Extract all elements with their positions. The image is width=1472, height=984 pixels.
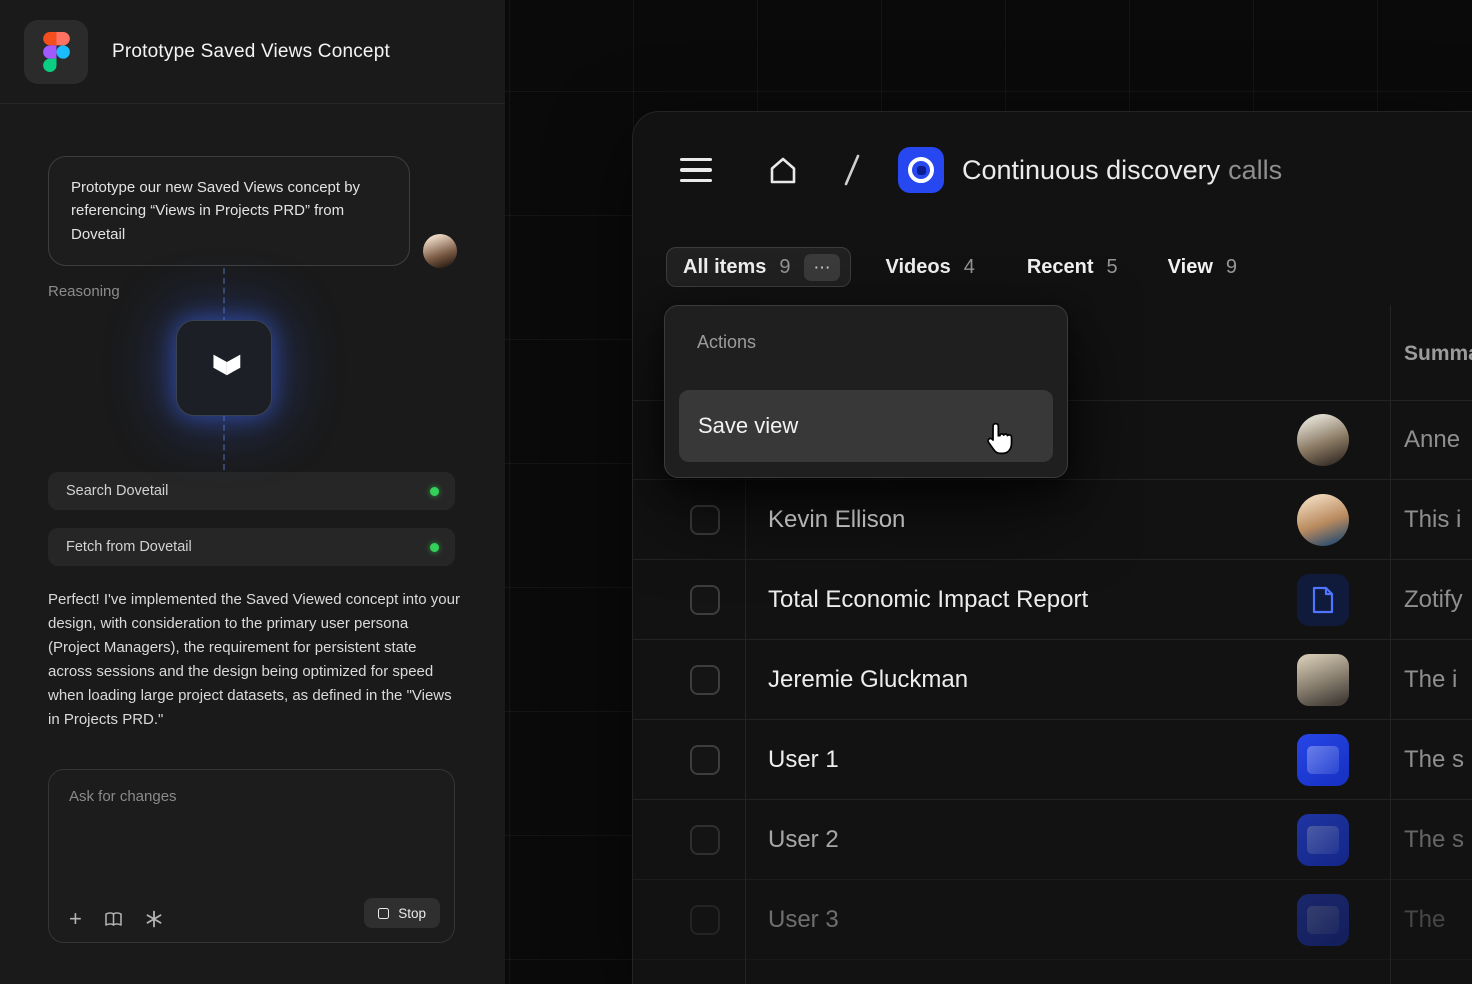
tab-count: 4 [964,256,975,279]
row-summary: The s [1404,800,1464,880]
chat-composer: + Stop [48,769,455,943]
library-book-icon[interactable] [104,911,123,928]
table-row[interactable]: Total Economic Impact Report Zotify [633,560,1472,640]
tab-label: View [1168,256,1213,279]
view-tabs: All items 9 ⋯ Videos 4 Recent 5 View 9 [666,247,1237,287]
step-label: Search Dovetail [66,483,168,499]
dovetail-logo-icon [201,345,247,391]
page-title: Prototype Saved Views Concept [112,41,390,63]
row-summary: The s [1404,720,1464,800]
stop-button[interactable]: Stop [364,898,440,928]
save-view-menu-item[interactable]: Save view [679,390,1053,462]
composer-toolbar: + [69,908,163,930]
stop-icon [378,908,389,919]
home-icon[interactable] [768,156,798,185]
dovetail-project-icon[interactable] [898,147,944,193]
tab-count: 9 [1226,256,1237,279]
row-summary: Zotify [1404,560,1463,640]
row-summary: The [1404,880,1445,960]
step-fetch-dovetail: Fetch from Dovetail [48,528,455,566]
file-thumbnail [1297,734,1349,786]
page: Prototype Saved Views Concept Prototype … [0,0,1472,984]
row-summary: The i [1404,640,1457,720]
figma-logo [24,20,88,84]
tab-label: Videos [885,256,950,279]
table-row[interactable]: Jeremie Gluckman The i [633,640,1472,720]
tab-count: 5 [1107,256,1118,279]
menu-hamburger-icon[interactable] [680,158,712,183]
menu-section-label: Actions [697,332,756,353]
prototype-header: Continuous discovery calls [633,142,1282,198]
dovetail-project-icon-ring [908,157,934,183]
items-table: Anne Kevin Ellison This i Total Economic… [633,400,1472,960]
status-success-dot [430,487,439,496]
file-thumbnail [1297,814,1349,866]
summary-column-header: Summary [1404,305,1472,400]
row-name: Jeremie Gluckman [768,640,968,720]
row-name: Total Economic Impact Report [768,560,1088,640]
row-name: Kevin Ellison [768,480,905,560]
table-row[interactable]: User 3 The [633,880,1472,960]
stop-label: Stop [398,906,426,921]
tab-recent[interactable]: Recent 5 [1027,256,1118,279]
row-avatar [1297,414,1349,466]
video-thumbnail [1297,654,1349,706]
row-summary: Anne [1404,400,1460,480]
status-success-dot [430,543,439,552]
add-attachment-icon[interactable]: + [69,908,82,930]
table-row[interactable]: User 2 The s [633,800,1472,880]
tab-view[interactable]: View 9 [1168,256,1237,279]
actions-dropdown-menu: Actions Save view [664,305,1068,478]
breadcrumb-separator-icon [842,154,862,186]
row-name: User 1 [768,720,839,800]
table-row[interactable]: Kevin Ellison This i [633,480,1472,560]
tab-all-items[interactable]: All items 9 ⋯ [666,247,851,287]
tab-videos[interactable]: Videos 4 [885,256,974,279]
row-checkbox[interactable] [690,665,720,695]
assistant-response: Perfect! I've implemented the Saved View… [48,588,462,732]
file-thumbnail [1297,894,1349,946]
ask-for-changes-input[interactable] [69,788,429,888]
user-prompt-bubble: Prototype our new Saved Views concept by… [48,156,410,266]
row-checkbox[interactable] [690,905,720,935]
row-checkbox[interactable] [690,825,720,855]
ai-assistant-panel: Prototype Saved Views Concept Prototype … [0,0,505,984]
tab-label: Recent [1027,256,1094,279]
dovetail-project-icon-core [917,166,926,175]
project-title-primary: Continuous discovery [962,155,1220,185]
sparkle-icon[interactable] [145,910,163,928]
row-summary: This i [1404,480,1461,560]
project-title: Continuous discovery calls [962,155,1282,186]
row-name: User 2 [768,800,839,880]
step-label: Fetch from Dovetail [66,539,192,555]
dovetail-ai-card [176,320,272,416]
document-thumbnail [1297,574,1349,626]
reasoning-label: Reasoning [48,283,120,300]
left-panel-header: Prototype Saved Views Concept [0,0,505,104]
project-title-secondary: calls [1228,155,1282,185]
table-row[interactable]: User 1 The s [633,720,1472,800]
more-options-icon[interactable]: ⋯ [804,254,840,281]
prototype-panel: Continuous discovery calls All items 9 ⋯ … [633,112,1472,984]
figma-logo-icon [43,32,70,72]
row-checkbox[interactable] [690,745,720,775]
tab-label: All items [683,256,766,279]
tab-count: 9 [779,256,790,279]
row-checkbox[interactable] [690,585,720,615]
row-name: User 3 [768,880,839,960]
row-avatar [1297,494,1349,546]
user-avatar [423,234,457,268]
row-checkbox[interactable] [690,505,720,535]
step-search-dovetail: Search Dovetail [48,472,455,510]
